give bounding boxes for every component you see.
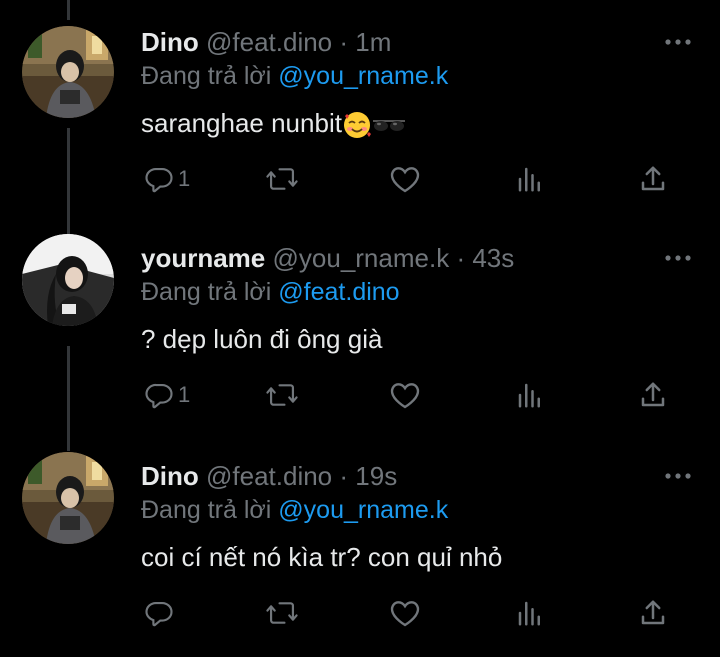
timestamp[interactable]: 19s (355, 461, 397, 491)
separator-dot: · (339, 27, 349, 57)
avatar-dino[interactable] (22, 452, 114, 544)
retweet-icon (266, 384, 298, 406)
share-icon (641, 166, 665, 191)
reply-mention-link[interactable]: @feat.dino (278, 278, 399, 306)
thread-line-top (67, 0, 70, 20)
reply-mention-link[interactable]: @you_rname.k (278, 62, 448, 90)
views-icon (518, 601, 540, 626)
replying-to-label: Đang trả lời (141, 496, 272, 524)
separator-dot: · (456, 243, 466, 273)
user-handle[interactable]: @you_rname.k (273, 243, 450, 273)
retweet-button[interactable] (265, 378, 299, 412)
user-handle[interactable]: @feat.dino (206, 461, 332, 491)
more-icon[interactable] (664, 252, 692, 264)
tweet-header: yourname @you_rname.k · 43s (141, 242, 514, 274)
replying-to: Đang trả lời @feat.dino (141, 276, 400, 308)
views-icon (518, 167, 540, 192)
separator-dot: · (339, 461, 349, 491)
tweet-text-content: ? dẹp luôn đi ông già (141, 324, 383, 354)
views-button[interactable] (516, 162, 544, 196)
like-button[interactable] (389, 596, 421, 630)
more-icon[interactable] (664, 470, 692, 482)
tweet-header: Dino @feat.dino · 19s (141, 460, 397, 492)
retweet-button[interactable] (265, 596, 299, 630)
display-name[interactable]: yourname (141, 243, 265, 273)
retweet-icon (266, 602, 298, 624)
tweet[interactable]: Dino @feat.dino · 19s Đang trả lời @you_… (0, 452, 720, 650)
tweet-actions: 1 (0, 162, 720, 196)
avatar-dino[interactable] (22, 26, 114, 118)
views-button[interactable] (516, 378, 544, 412)
reply-button[interactable]: 1 (144, 378, 190, 412)
share-button[interactable] (639, 162, 667, 196)
replying-to-label: Đang trả lời (141, 62, 272, 90)
tweet-text-content: saranghae nunbit (141, 108, 342, 138)
share-icon (641, 600, 665, 625)
retweet-icon (266, 168, 298, 190)
replying-to: Đang trả lời @you_rname.k (141, 60, 448, 92)
reply-count: 1 (178, 382, 191, 407)
timestamp[interactable]: 1m (355, 27, 391, 57)
tweet-text: coi cí nết nó kìa tr? con quỉ nhỏ (141, 540, 502, 574)
tweet-text: saranghae nunbit (141, 106, 406, 140)
user-handle[interactable]: @feat.dino (206, 27, 332, 57)
tweet-actions: 1 (0, 378, 720, 412)
views-icon (518, 383, 540, 408)
like-button[interactable] (389, 162, 421, 196)
display-name[interactable]: Dino (141, 27, 199, 57)
like-icon (390, 383, 420, 409)
tweet-header: Dino @feat.dino · 1m (141, 26, 391, 58)
retweet-button[interactable] (265, 162, 299, 196)
reply-button[interactable]: 1 (144, 162, 190, 196)
display-name[interactable]: Dino (141, 461, 199, 491)
smiling-face-with-hearts-emoji (343, 112, 371, 139)
tweet-text: ? dẹp luôn đi ông già (141, 322, 382, 356)
reply-icon (145, 601, 173, 627)
sunglasses-emoji (372, 120, 405, 132)
views-button[interactable] (516, 596, 544, 630)
replying-to-label: Đang trả lời (141, 278, 272, 306)
replying-to: Đang trả lời @you_rname.k (141, 494, 448, 526)
share-icon (641, 382, 665, 407)
more-icon[interactable] (664, 36, 692, 48)
reply-button[interactable] (144, 596, 178, 630)
avatar-yourname[interactable] (22, 234, 114, 326)
like-button[interactable] (389, 378, 421, 412)
timestamp[interactable]: 43s (472, 243, 514, 273)
reply-mention-link[interactable]: @you_rname.k (278, 496, 448, 524)
share-button[interactable] (639, 378, 667, 412)
like-icon (390, 601, 420, 627)
share-button[interactable] (639, 596, 667, 630)
tweet-text-content: coi cí nết nó kìa tr? con quỉ nhỏ (141, 542, 503, 572)
reply-icon (145, 383, 173, 409)
reply-count: 1 (178, 166, 191, 191)
like-icon (390, 167, 420, 193)
tweet[interactable]: Dino @feat.dino · 1m Đang trả lời @you_r… (0, 26, 720, 216)
tweet[interactable]: yourname @you_rname.k · 43s Đang trả lời… (0, 234, 720, 432)
reply-icon (145, 167, 173, 193)
tweet-actions (0, 596, 720, 630)
